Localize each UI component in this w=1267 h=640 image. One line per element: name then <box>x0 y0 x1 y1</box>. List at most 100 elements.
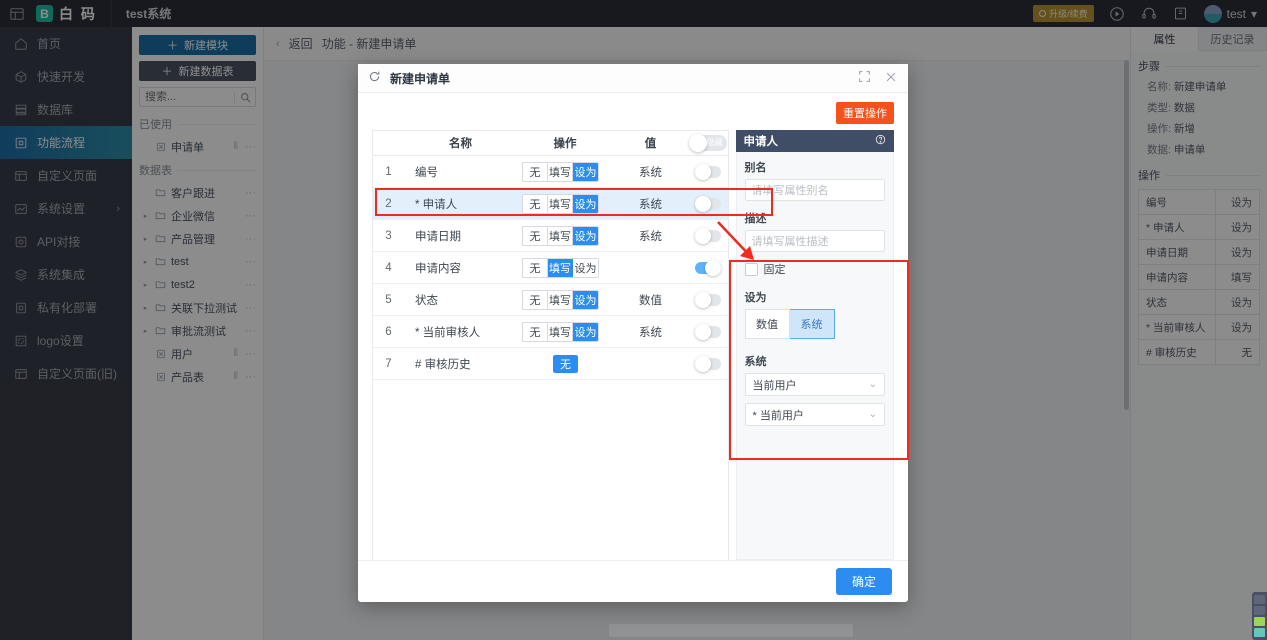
op-option-1[interactable]: 填写 <box>548 258 573 277</box>
row-operation: 无填写 设为 <box>517 257 613 278</box>
row-operation: 无填写 设为 <box>517 289 613 310</box>
refresh-icon[interactable] <box>368 70 381 86</box>
alias-input[interactable]: 请填写属性别名 <box>744 179 885 202</box>
setas-segmented: 数值 系统 <box>744 309 885 340</box>
switch-knob <box>694 291 711 308</box>
row-name: # 审核历史 <box>415 358 471 371</box>
row-value: 系统 <box>639 230 662 243</box>
op-option-0[interactable]: 无 <box>523 226 548 245</box>
widget-bar-4 <box>1254 628 1265 637</box>
table-row[interactable]: 2 * 申请人 无填写 设为 系统 <box>373 188 728 221</box>
row-name: * 申请人 <box>415 198 458 211</box>
operation-segmented: 无填写 设为 <box>522 321 599 342</box>
table-row[interactable]: 5 状态 无填写 设为 数值 <box>373 284 728 317</box>
setas-option-0[interactable]: 数值 <box>744 309 790 340</box>
annotation-arrow <box>717 221 754 260</box>
table-row[interactable]: 4 申请内容 无填写 设为 <box>373 252 728 285</box>
operation-segmented: 无填写 设为 <box>522 289 599 310</box>
op-option-2[interactable]: 设为 <box>573 290 598 309</box>
row-index: 6 <box>385 325 392 338</box>
row-name: 申请内容 <box>415 262 461 275</box>
new-application-modal: 新建申请单 重置操作 名称 操作 值 隐藏 1 编号 无 填写 设为 系统 2 … <box>358 64 908 602</box>
pane-title: 申请人 <box>743 136 779 149</box>
system-label: 系统 <box>744 356 767 369</box>
table-row[interactable]: 3 申请日期 无填写 设为 系统 <box>373 220 728 253</box>
op-option-1[interactable]: 填写 <box>548 322 573 341</box>
op-option-1[interactable]: 填写 <box>548 226 573 245</box>
op-option-2[interactable]: 设为 <box>573 162 598 181</box>
row-value: 数值 <box>639 294 662 307</box>
switch-knob <box>694 227 711 244</box>
row-operation: 无填写 设为 <box>517 321 613 342</box>
switch-knob <box>694 195 711 212</box>
row-value: 系统 <box>639 326 662 339</box>
op-option-2[interactable]: 设为 <box>573 226 598 245</box>
system-select-1-value: 当前用户 <box>752 379 797 392</box>
reset-operation-button[interactable]: 重置操作 <box>836 102 894 125</box>
op-option-2[interactable]: 设为 <box>573 194 598 213</box>
table-row[interactable]: 7 # 审核历史 无 <box>373 348 728 381</box>
floating-widget[interactable] <box>1252 592 1267 640</box>
row-operation: 无填写 设为 <box>517 225 613 246</box>
op-option-0[interactable]: 无 <box>523 162 548 181</box>
row-toggle-cell <box>688 323 728 340</box>
switch-knob <box>694 355 711 372</box>
row-toggle-cell <box>688 163 728 180</box>
op-option-2[interactable]: 设为 <box>573 258 598 277</box>
attributes-table: 名称 操作 值 隐藏 1 编号无填写 设为 系统 2 * 申请人无填写 设为 系统 3 申请日期无… <box>372 130 729 561</box>
row-toggle-switch[interactable] <box>694 355 721 372</box>
row-toggle-switch[interactable] <box>694 291 721 308</box>
confirm-button[interactable]: 确定 <box>835 568 892 596</box>
widget-bar-3 <box>1254 617 1265 626</box>
row-index: 2 <box>385 197 392 210</box>
row-index: 5 <box>385 293 392 306</box>
operation-segmented: 无填写 设为 <box>522 193 599 214</box>
fullscreen-icon[interactable] <box>858 70 871 86</box>
op-option-0[interactable]: 无 <box>553 354 578 373</box>
th-value: 值 <box>644 138 657 151</box>
row-value: 系统 <box>639 198 662 211</box>
system-select-2[interactable]: * 当前用户 ⌄ <box>744 403 885 427</box>
row-name: 申请日期 <box>415 230 461 243</box>
row-toggle-cell <box>688 291 728 308</box>
row-toggle-switch[interactable] <box>694 163 721 180</box>
row-toggle-switch[interactable] <box>694 323 721 340</box>
row-operation: 无填写 设为 <box>517 161 613 182</box>
system-select-1[interactable]: 当前用户 ⌄ <box>744 373 885 397</box>
table-header-row: 名称 操作 值 隐藏 <box>373 131 728 157</box>
row-operation: 无填写 设为 <box>517 193 613 214</box>
op-option-2[interactable]: 设为 <box>573 322 598 341</box>
close-icon[interactable] <box>884 70 898 87</box>
op-option-1[interactable]: 填写 <box>548 162 573 181</box>
question-icon[interactable] <box>875 134 886 148</box>
row-name: 编号 <box>415 166 438 179</box>
row-operation: 无 <box>517 354 613 373</box>
widget-bar-1 <box>1254 595 1265 604</box>
table-row[interactable]: 6 * 当前审核人 无填写 设为 系统 <box>373 316 728 349</box>
row-toggle-cell <box>688 195 728 212</box>
switch-knob <box>694 323 711 340</box>
pane-body: 别名 请填写属性别名 描述 请填写属性描述 固定 设为 数值 系统 系统 当前用… <box>735 152 894 561</box>
attribute-detail-pane: 申请人 别名 请填写属性别名 描述 请填写属性描述 固定 设为 数值 系统 系统… <box>735 130 894 561</box>
alias-label: 别名 <box>744 162 767 175</box>
op-option-1[interactable]: 填写 <box>548 290 573 309</box>
row-index: 3 <box>385 229 392 242</box>
switch-knob <box>688 134 707 153</box>
op-option-0[interactable]: 无 <box>523 322 548 341</box>
row-index: 1 <box>385 165 392 178</box>
table-body: 1 编号无填写 设为 系统 2 * 申请人无填写 设为 系统 3 申请日期无填写 设为 系统 4 申请内容… <box>373 156 728 381</box>
table-row[interactable]: 1 编号 无填写 设为 系统 <box>373 156 728 189</box>
op-option-0[interactable]: 无 <box>523 194 548 213</box>
row-toggle-switch[interactable] <box>694 195 721 212</box>
system-select-2-value: * 当前用户 <box>752 409 804 422</box>
background-dialog-bar <box>609 624 853 637</box>
header-toggle-switch[interactable]: 隐藏 <box>688 134 727 153</box>
setas-option-1[interactable]: 系统 <box>789 309 835 340</box>
switch-knob <box>694 163 711 180</box>
modal-body: 重置操作 名称 操作 值 隐藏 1 编号 无 填写 设为 系统 2 * 申请人 … <box>358 93 908 561</box>
op-option-0[interactable]: 无 <box>523 290 548 309</box>
op-option-0[interactable]: 无 <box>523 258 548 277</box>
op-option-1[interactable]: 填写 <box>548 194 573 213</box>
th-name: 名称 <box>449 138 472 151</box>
row-value: 系统 <box>639 166 662 179</box>
